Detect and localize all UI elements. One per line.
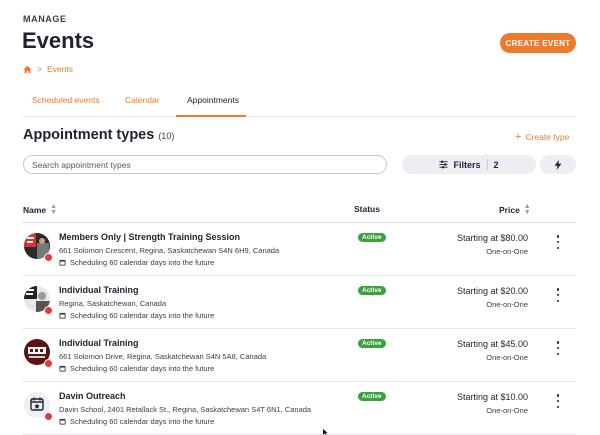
column-header-price-label: Price [499, 205, 520, 215]
calendar-icon [59, 365, 66, 372]
row-address: Regina, Saskatchewan, Canada [59, 299, 167, 308]
quick-actions-button[interactable] [540, 155, 576, 174]
create-type-link[interactable]: + Create type [515, 131, 569, 143]
calendar-icon [59, 259, 66, 266]
filters-divider [486, 159, 488, 170]
tab-bar: Scheduled events Calendar Appointments [22, 86, 576, 117]
sort-icon: ▲ ▼ [50, 203, 58, 216]
sort-icon: ▲ ▼ [523, 203, 531, 216]
row-address: Davin School, 2401 Retallack St., Regina… [59, 405, 312, 414]
row-type: One-on-One [486, 300, 528, 309]
row-type: One-on-One [486, 247, 528, 256]
row-title[interactable]: Individual Training [59, 338, 139, 348]
more-options-icon[interactable] [554, 341, 562, 355]
brand-badge-icon [44, 253, 53, 262]
row-price: Starting at $20.00 [456, 286, 528, 296]
row-address: 661 Solomon Drive, Regina, Saskatchewan … [59, 352, 267, 361]
search-input[interactable] [23, 155, 387, 174]
column-header-status: Status [354, 204, 380, 214]
row-schedule: Scheduling 60 calendar days into the fut… [59, 364, 214, 373]
calendar-icon [59, 312, 66, 319]
column-header-name-label: Name [23, 205, 47, 215]
filters-button[interactable]: Filters 2 [402, 155, 536, 174]
table-row[interactable]: Members Only | Strength Training Session… [22, 223, 576, 276]
create-event-button[interactable]: CREATE EVENT [500, 33, 576, 53]
row-schedule-text: Scheduling 60 calendar days into the fut… [70, 258, 215, 267]
status-badge: Active [358, 286, 386, 295]
home-icon[interactable] [23, 65, 32, 74]
row-price: Starting at $45.00 [456, 339, 528, 349]
row-schedule-text: Scheduling 60 calendar days into the fut… [70, 364, 215, 373]
row-price: Starting at $10.00 [456, 392, 528, 402]
filters-label: Filters [453, 159, 481, 170]
row-schedule-text: Scheduling 60 calendar days into the fut… [70, 417, 215, 426]
breadcrumb: > Events [23, 64, 73, 74]
breadcrumb-separator: > [37, 64, 42, 74]
row-type: One-on-One [486, 406, 528, 415]
brand-badge-icon [44, 412, 53, 421]
row-title[interactable]: Davin Outreach [59, 391, 126, 401]
tab-appointments[interactable]: Appointments [187, 95, 239, 105]
row-address: 661 Solomon Crescent, Regina, Saskatchew… [59, 246, 280, 255]
table-row[interactable]: Individual Training Regina, Saskatchewan… [22, 276, 576, 329]
row-price: Starting at $80.00 [456, 233, 528, 243]
lightning-bolt-icon [554, 159, 562, 170]
row-schedule-text: Scheduling 60 calendar days into the fut… [70, 311, 215, 320]
tab-scheduled-events[interactable]: Scheduled events [32, 95, 100, 105]
row-type: One-on-One [486, 353, 528, 362]
mouse-cursor-icon [323, 429, 328, 435]
filter-sliders-icon [439, 160, 449, 169]
column-header-price[interactable]: Price ▲ ▼ [499, 203, 531, 216]
section-title-text: Appointment types [23, 127, 155, 143]
row-schedule: Scheduling 60 calendar days into the fut… [59, 311, 214, 320]
manage-eyebrow: MANAGE [23, 14, 67, 24]
status-badge: Active [358, 339, 386, 348]
active-tab-indicator [176, 115, 246, 117]
breadcrumb-events[interactable]: Events [47, 64, 73, 74]
table-row[interactable]: Davin Outreach Davin School, 2401 Retall… [22, 382, 576, 435]
create-type-label: Create type [525, 132, 570, 142]
calendar-icon [59, 418, 66, 425]
plus-icon: + [515, 131, 522, 143]
more-options-icon[interactable] [554, 288, 562, 302]
brand-badge-icon [44, 359, 53, 368]
status-badge: Active [358, 233, 386, 242]
section-count: (10) [158, 131, 175, 141]
column-header-name[interactable]: Name ▲ ▼ [23, 203, 58, 216]
row-schedule: Scheduling 60 calendar days into the fut… [59, 258, 214, 267]
status-badge: Active [358, 392, 386, 401]
page-title: Events [22, 28, 95, 53]
brand-badge-icon [44, 306, 53, 315]
row-title[interactable]: Members Only | Strength Training Session [59, 232, 240, 242]
row-schedule: Scheduling 60 calendar days into the fut… [59, 417, 214, 426]
filters-count: 2 [493, 159, 499, 170]
more-options-icon[interactable] [554, 394, 562, 408]
section-title: Appointment types (10) [23, 127, 174, 143]
table-row[interactable]: Individual Training 661 Solomon Drive, R… [22, 329, 576, 382]
more-options-icon[interactable] [554, 235, 562, 249]
row-title[interactable]: Individual Training [59, 285, 139, 295]
tab-calendar[interactable]: Calendar [125, 95, 160, 105]
column-header-status-label: Status [354, 204, 380, 214]
